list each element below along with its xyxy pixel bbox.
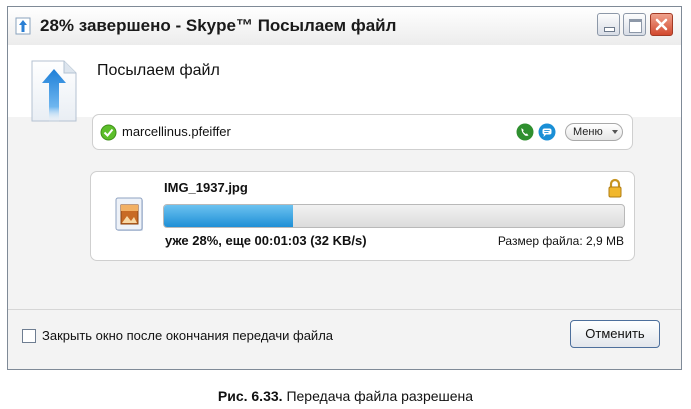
maximize-button[interactable] <box>623 13 646 36</box>
call-icon[interactable] <box>516 123 534 141</box>
minimize-icon <box>604 27 615 32</box>
menu-label: Меню <box>573 126 603 138</box>
upload-document-icon <box>31 60 77 123</box>
close-icon <box>655 18 668 31</box>
progress-bar <box>163 204 625 228</box>
chevron-down-icon <box>612 130 618 134</box>
upload-arrow-icon <box>15 17 31 35</box>
contact-panel: marcellinus.pfeiffer Меню <box>92 114 633 150</box>
figure-caption: Рис. 6.33. Передача файла разрешена <box>0 388 691 404</box>
contact-name[interactable]: marcellinus.pfeiffer <box>122 124 231 139</box>
close-after-transfer-label[interactable]: Закрыть окно после окончания передачи фа… <box>42 328 333 343</box>
title-bar[interactable]: 28% завершено - Skype™ Посылаем файл <box>8 7 681 46</box>
header-title: Посылаем файл <box>97 62 220 79</box>
progress-fill <box>164 205 293 227</box>
header-panel: Посылаем файл <box>8 45 681 123</box>
chat-icon[interactable] <box>538 123 556 141</box>
window-title: 28% завершено - Skype™ Посылаем файл <box>40 16 397 35</box>
minimize-button[interactable] <box>597 13 620 36</box>
caption-number: Рис. 6.33. <box>217 388 283 404</box>
footer-divider <box>8 309 681 310</box>
lock-icon <box>608 178 622 198</box>
file-size: Размер файла: 2,9 MB <box>497 234 624 248</box>
image-file-icon <box>115 197 143 231</box>
menu-button[interactable]: Меню <box>565 123 623 141</box>
transfer-status: уже 28%, еще 00:01:03 (32 KB/s) <box>165 233 367 248</box>
caption-text: Передача файла разрешена <box>286 388 474 404</box>
maximize-icon <box>629 19 642 33</box>
online-status-icon <box>100 124 117 141</box>
file-transfer-panel: IMG_1937.jpg уже 28%, еще 00:01:03 (32 K… <box>90 171 635 261</box>
close-after-transfer-checkbox[interactable] <box>22 329 36 343</box>
file-name[interactable]: IMG_1937.jpg <box>164 180 248 195</box>
cancel-button[interactable]: Отменить <box>570 320 660 348</box>
close-button[interactable] <box>650 13 673 36</box>
